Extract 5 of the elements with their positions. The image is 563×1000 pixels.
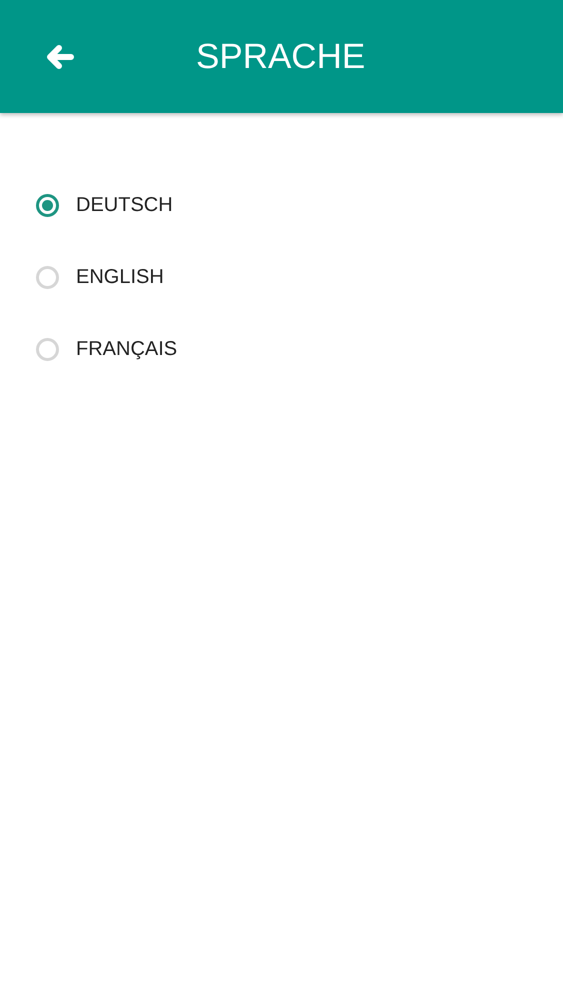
screen-title: SPRACHE xyxy=(196,36,366,76)
language-option[interactable]: FRANÇAIS xyxy=(36,335,563,364)
language-option[interactable]: DEUTSCH xyxy=(36,191,563,220)
language-option[interactable]: ENGLISH xyxy=(36,263,563,292)
radio-button[interactable] xyxy=(36,194,59,217)
